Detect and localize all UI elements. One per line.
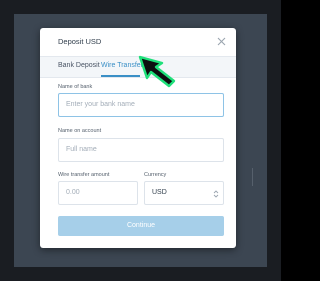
continue-button[interactable]: Continue xyxy=(58,216,224,236)
mouse-pointer-icon xyxy=(138,55,176,88)
tab-bank-deposit[interactable]: Bank Deposit xyxy=(58,62,100,69)
tab-wire-transfer[interactable]: Wire Transfer xyxy=(101,62,143,69)
account-name-input[interactable]: Full name xyxy=(58,138,224,162)
currency-value: USD xyxy=(152,189,167,196)
currency-select[interactable]: USD xyxy=(144,181,224,205)
amount-input[interactable]: 0.00 xyxy=(58,181,138,205)
close-icon[interactable] xyxy=(216,36,227,47)
background-page-edge xyxy=(252,168,269,186)
account-name-label: Name on account xyxy=(58,128,102,134)
modal-title: Deposit USD xyxy=(58,37,102,46)
select-chevrons-icon xyxy=(213,190,219,198)
modal-header: Deposit USD xyxy=(40,28,236,56)
currency-label: Currency xyxy=(144,172,167,178)
bank-name-label: Name of bank xyxy=(58,84,93,90)
amount-label: Wire transfer amount xyxy=(58,172,110,178)
bank-name-input[interactable]: Enter your bank name xyxy=(58,93,224,117)
active-tab-indicator xyxy=(101,75,140,77)
